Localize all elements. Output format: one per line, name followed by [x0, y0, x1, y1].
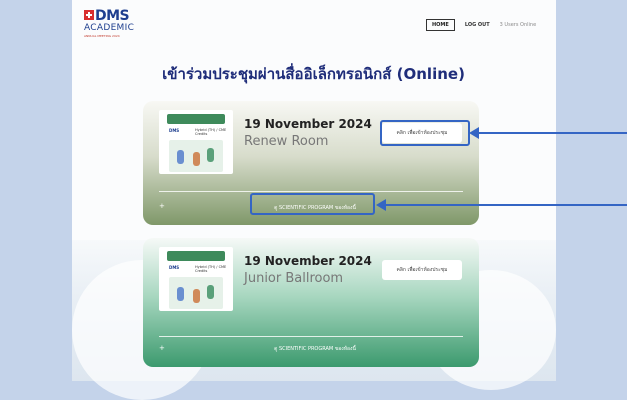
- session-card: DMS Hybrid (TH) / CME Credits 19 Novembe…: [143, 238, 479, 367]
- logo-word: ACADEMIC: [84, 23, 135, 33]
- divider: [159, 191, 463, 192]
- expand-toggle[interactable]: +: [159, 202, 165, 210]
- session-room: Renew Room: [244, 134, 329, 149]
- join-room-button[interactable]: คลิก เพื่อเข้าห้องประชุม: [382, 260, 462, 280]
- session-date: 19 November 2024: [244, 254, 372, 268]
- highlight-program-link: [250, 193, 375, 215]
- home-link[interactable]: HOME: [426, 19, 455, 31]
- page-title: เข้าร่วมประชุมผ่านสื่ออิเล็กทรอนิกส์ (On…: [162, 65, 465, 83]
- online-count: 3 Users Online: [499, 22, 537, 28]
- session-poster[interactable]: DMS Hybrid (TH) / CME Credits: [159, 247, 233, 311]
- expand-toggle[interactable]: +: [159, 344, 165, 352]
- session-poster[interactable]: DMS Hybrid (TH) / CME Credits: [159, 110, 233, 174]
- logout-link[interactable]: LOG OUT: [465, 22, 490, 28]
- divider: [159, 336, 463, 337]
- logo-sub: ANNUAL MEETING 2024: [84, 34, 120, 38]
- scientific-program-link[interactable]: ดู SCIENTIFIC PROGRAM ของห้องนี้: [255, 345, 375, 353]
- top-nav: HOME LOG OUT 3 Users Online: [426, 18, 536, 32]
- poster-info: Hybrid (TH) / CME Credits: [195, 265, 227, 273]
- session-date: 19 November 2024: [244, 117, 372, 131]
- poster-mark: DMS: [169, 128, 180, 133]
- logo-mark: DMS: [95, 8, 130, 24]
- poster-info: Hybrid (TH) / CME Credits: [195, 128, 227, 136]
- poster-mark: DMS: [169, 265, 180, 270]
- site-logo[interactable]: DMS ACADEMIC ANNUAL MEETING 2024: [84, 8, 154, 38]
- arrow-left-icon: [376, 199, 627, 211]
- highlight-join-button: [380, 120, 470, 146]
- session-room: Junior Ballroom: [244, 271, 344, 286]
- medical-cross-icon: [84, 10, 94, 20]
- arrow-left-icon: [469, 127, 627, 139]
